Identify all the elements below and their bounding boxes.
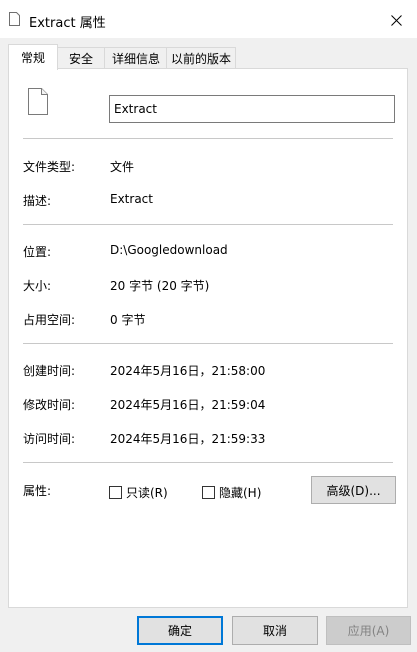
checkbox-box[interactable] (202, 486, 215, 499)
accessed-value: 2024年5月16日，21:59:33 (110, 432, 266, 446)
attributes-label: 属性: (23, 484, 52, 498)
readonly-checkbox-label: 只读(R) (126, 486, 168, 500)
cancel-button[interactable]: 取消 (232, 616, 318, 645)
size-on-disk-value: 0 字节 (110, 313, 146, 327)
tab-panel-general (8, 68, 408, 608)
tab-general[interactable]: 常规 (8, 44, 58, 70)
hidden-checkbox[interactable]: 隐藏(H) (202, 484, 261, 501)
file-icon (28, 88, 48, 115)
location-label: 位置: (23, 245, 52, 259)
accessed-label: 访问时间: (23, 432, 76, 446)
location-value: D:\Googledownload (110, 243, 228, 257)
file-type-value: 文件 (110, 160, 135, 174)
ok-button[interactable]: 确定 (137, 616, 223, 645)
description-value: Extract (110, 192, 153, 206)
readonly-checkbox[interactable]: 只读(R) (109, 484, 168, 501)
size-on-disk-label: 占用空间: (23, 313, 76, 327)
size-label: 大小: (23, 279, 52, 293)
divider (23, 462, 393, 463)
tab-security[interactable]: 安全 (56, 47, 106, 69)
tab-details[interactable]: 详细信息 (104, 47, 168, 69)
description-label: 描述: (23, 194, 52, 208)
file-name-input[interactable] (109, 95, 395, 123)
window-title: Extract 属性 (29, 16, 106, 31)
hidden-checkbox-label: 隐藏(H) (219, 486, 262, 500)
apply-button[interactable]: 应用(A) (326, 616, 411, 645)
size-value: 20 字节 (20 字节) (110, 279, 210, 293)
close-icon (390, 14, 402, 26)
divider (23, 138, 393, 139)
file-type-label: 文件类型: (23, 160, 76, 174)
modified-value: 2024年5月16日，21:59:04 (110, 398, 266, 412)
created-value: 2024年5月16日，21:58:00 (110, 364, 266, 378)
checkbox-box[interactable] (109, 486, 122, 499)
divider (23, 343, 393, 344)
advanced-button[interactable]: 高级(D)... (311, 476, 396, 504)
created-label: 创建时间: (23, 364, 76, 378)
tab-previous-versions[interactable]: 以前的版本 (166, 47, 236, 69)
file-icon-small (9, 12, 20, 26)
close-button[interactable] (385, 9, 407, 31)
modified-label: 修改时间: (23, 398, 76, 412)
divider (23, 224, 393, 225)
